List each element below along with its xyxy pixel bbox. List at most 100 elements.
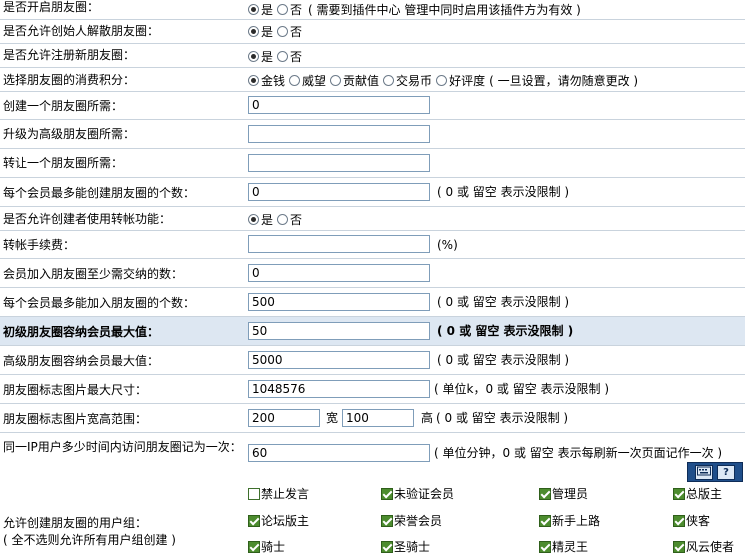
checkbox[interactable] (539, 487, 551, 500)
max-create-input[interactable]: 0 (248, 183, 430, 201)
create-cost-input[interactable]: 0 (248, 96, 430, 114)
transfer-fee-input[interactable] (248, 235, 430, 253)
group-name: 圣骑士 (394, 540, 431, 554)
group-checkbox[interactable]: 风云使者 (673, 538, 734, 555)
group-name: 管理员 (552, 487, 589, 501)
join-fee-input[interactable]: 0 (248, 264, 430, 282)
radio-dot[interactable] (277, 213, 289, 225)
checkbox[interactable] (248, 540, 260, 553)
radio-dot[interactable] (289, 74, 301, 86)
group-checkbox[interactable]: 总版主 (673, 485, 722, 502)
max-join-input[interactable]: 500 (248, 293, 430, 311)
checkbox[interactable] (673, 514, 685, 527)
basic-max-input[interactable]: 50 (248, 322, 430, 340)
group-checkbox[interactable]: 论坛版主 (248, 512, 309, 529)
checkbox[interactable] (248, 514, 260, 527)
radio-credit-prestige[interactable]: 威望 (289, 72, 326, 89)
row-allow-dissolve: 是否允许创始人解散朋友圈： 是 否 (0, 20, 745, 44)
radio-dot[interactable] (277, 3, 289, 15)
label-max-join: 每个会员最多能加入朋友圈的个数： (3, 296, 196, 310)
radio-dot[interactable] (330, 74, 342, 86)
checkbox[interactable] (381, 514, 393, 527)
radio-enable-no[interactable]: 否 (277, 1, 302, 18)
checkbox[interactable] (673, 487, 685, 500)
group-checkbox[interactable]: 新手上路 (539, 512, 600, 529)
checkbox[interactable] (381, 540, 393, 553)
radio-label: 否 (290, 2, 303, 17)
upgrade-cost-input[interactable] (248, 125, 430, 143)
logo-height-input[interactable]: 100 (342, 409, 414, 427)
radio-dot[interactable] (248, 74, 259, 86)
radio-transfer-no[interactable]: 否 (277, 211, 302, 228)
radio-label: 是 (261, 49, 274, 64)
radio-register-no[interactable]: 否 (277, 48, 302, 65)
radio-credit-contribution[interactable]: 贡献值 (330, 72, 379, 89)
radio-credit-money[interactable]: 金钱 (248, 72, 285, 89)
label-enable: 是否开启朋友圈： (3, 0, 100, 14)
radio-dot[interactable] (248, 25, 259, 37)
radio-register-yes[interactable]: 是 (248, 48, 273, 65)
ip-interval-input[interactable]: 60 (248, 444, 430, 462)
row-basic-max: 初级朋友圈容纳会员最大值： 50 ( 0 或 留空 表示没限制 ) (0, 317, 745, 346)
radio-dot[interactable] (436, 74, 448, 86)
group-checkbox[interactable]: 骑士 (248, 538, 285, 555)
logo-size-input[interactable]: 1048576 (248, 380, 430, 398)
label-senior-max: 高级朋友圈容纳会员最大值： (3, 354, 160, 368)
note-enable: ( 需要到插件中心 管理中同时启用该插件方为有效 ) (308, 2, 581, 17)
label-groups: 允许创建朋友圈的用户组： (3, 516, 148, 530)
senior-max-input[interactable]: 5000 (248, 351, 430, 369)
radio-dot[interactable] (383, 74, 395, 86)
radio-dot[interactable] (277, 50, 289, 62)
row-logo-size: 朋友圈标志图片最大尺寸： 1048576 ( 单位k，0 或 留空 表示没限制 … (0, 375, 745, 404)
label-transfer-fee: 转帐手续费： (3, 238, 76, 252)
group-checkbox[interactable]: 管理员 (539, 485, 588, 502)
label-logo-dims: 朋友圈标志图片宽高范围： (3, 412, 148, 426)
group-name: 风云使者 (686, 540, 735, 554)
radio-label: 是 (261, 24, 274, 39)
radio-dot[interactable] (248, 3, 259, 15)
note-logo-dims: ( 0 或 留空 表示没限制 ) (436, 411, 569, 425)
logo-width-input[interactable]: 200 (248, 409, 320, 427)
checkbox[interactable] (381, 487, 393, 500)
radio-credit-trade[interactable]: 交易币 (383, 72, 432, 89)
radio-dissolve-no[interactable]: 否 (277, 23, 302, 40)
sublabel-groups: ( 全不选则允许所有用户组创建 ) (3, 533, 176, 547)
radio-dot[interactable] (248, 50, 259, 62)
group-checkbox[interactable]: 圣骑士 (381, 538, 430, 555)
row-max-join: 每个会员最多能加入朋友圈的个数： 500 ( 0 或 留空 表示没限制 ) (0, 288, 745, 317)
radio-credit-rating[interactable]: 好评度 (436, 72, 485, 89)
note-logo-size: ( 单位k，0 或 留空 表示没限制 ) (434, 382, 610, 396)
note-ip-interval: ( 单位分钟，0 或 留空 表示每刷新一次页面记作一次 ) (434, 446, 723, 460)
group-name: 侠客 (686, 514, 711, 528)
note-basic-max: ( 0 或 留空 表示没限制 ) (437, 324, 574, 338)
checkbox[interactable] (539, 514, 551, 527)
label-max-create: 每个会员最多能创建朋友圈的个数： (3, 186, 196, 200)
group-checkbox[interactable]: 未验证会员 (381, 485, 454, 502)
radio-dot[interactable] (277, 25, 289, 37)
row-enable: 是否开启朋友圈： 是 否 ( 需要到插件中心 管理中同时启用该插件方为有效 ) (0, 0, 745, 20)
row-groups: 允许创建朋友圈的用户组： ( 全不选则允许所有用户组创建 ) 禁止发言 未验证会… (0, 478, 745, 554)
group-checkbox[interactable]: 精灵王 (539, 538, 588, 555)
label-basic-max: 初级朋友圈容纳会员最大值： (3, 325, 160, 339)
radio-dissolve-yes[interactable]: 是 (248, 23, 273, 40)
row-ip-interval: 同一IP用户多少时间内访问朋友圈记为一次： 60 ( 单位分钟，0 或 留空 表… (0, 433, 745, 478)
checkbox[interactable] (248, 487, 260, 500)
radio-enable-yes[interactable]: 是 (248, 1, 273, 18)
row-allow-transfer: 是否允许创建者使用转帐功能： 是 否 (0, 207, 745, 231)
group-checkbox[interactable]: 侠客 (673, 512, 710, 529)
label-upgrade-cost: 升级为高级朋友圈所需： (3, 127, 136, 141)
row-allow-register: 是否允许注册新朋友圈： 是 否 (0, 44, 745, 68)
radio-label: 威望 (302, 73, 327, 88)
label-allow-register: 是否允许注册新朋友圈： (3, 48, 136, 62)
radio-transfer-yes[interactable]: 是 (248, 211, 273, 228)
group-checkbox[interactable]: 荣誉会员 (381, 512, 442, 529)
radio-label: 贡献值 (343, 73, 380, 88)
checkbox[interactable] (673, 540, 685, 553)
row-transfer-cost: 转让一个朋友圈所需： (0, 149, 745, 178)
note-senior-max: ( 0 或 留空 表示没限制 ) (437, 353, 570, 367)
checkbox[interactable] (539, 540, 551, 553)
radio-dot[interactable] (248, 213, 259, 225)
transfer-cost-input[interactable] (248, 154, 430, 172)
group-checkbox[interactable]: 禁止发言 (248, 485, 309, 502)
label-credit: 选择朋友圈的消费积分： (3, 73, 136, 87)
